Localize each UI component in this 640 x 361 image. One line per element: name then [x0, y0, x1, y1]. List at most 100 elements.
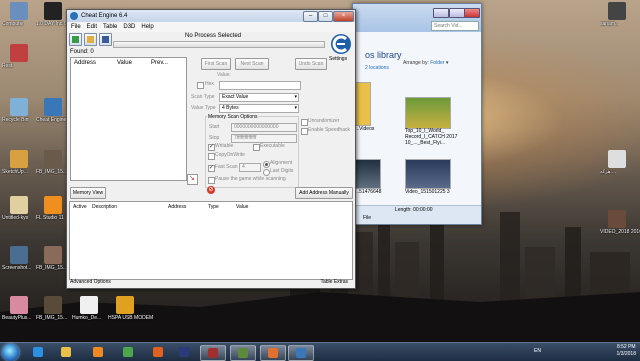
col-address[interactable]: Address	[74, 60, 96, 66]
col-previous[interactable]: Prev...	[151, 60, 168, 66]
start-address-input[interactable]: 0000000000000000	[231, 123, 297, 132]
desktop-icon[interactable]: FL Studio 11	[36, 196, 70, 221]
add-address-button[interactable]: Add Address Manually	[295, 187, 353, 199]
executable-checkbox[interactable]	[253, 144, 260, 151]
next-scan-button[interactable]: Next Scan	[235, 58, 269, 70]
col-table-address[interactable]: Address	[168, 204, 186, 210]
open-file-button[interactable]	[84, 33, 97, 46]
taskbar-app-game[interactable]	[200, 345, 226, 361]
pointer-arrow-icon[interactable]: ↘	[187, 174, 198, 185]
taskbar-app-chrome[interactable]	[116, 345, 140, 359]
cheat-engine-icon	[70, 12, 78, 20]
alignment-radio[interactable]	[263, 161, 270, 168]
arrange-value[interactable]: Folder	[430, 60, 444, 66]
explorer-minimize-button[interactable]	[433, 8, 449, 18]
fast-scan-checkbox[interactable]	[208, 164, 215, 172]
desktop-icon[interactable]: هرکه ...	[600, 150, 634, 175]
library-locations-link[interactable]: 2 locations	[365, 65, 389, 71]
desktop-icon[interactable]: HSPA USB MODEM	[108, 296, 153, 321]
language-indicator[interactable]: EN	[534, 348, 541, 354]
taskbar-app-ps[interactable]	[172, 345, 196, 359]
desktop-icon[interactable]: SketchUp...	[2, 150, 36, 175]
stop-address-input[interactable]: 7fffffffffffffff	[231, 134, 297, 143]
ce-minimize-button[interactable]: –	[303, 11, 318, 22]
open-process-button[interactable]	[69, 33, 82, 46]
cheat-engine-logo-icon[interactable]	[329, 33, 353, 55]
desktop-icon[interactable]: FB_IMG_15...	[36, 296, 70, 321]
last-digits-label: Last Digits	[270, 168, 294, 174]
taskbar-app-folder[interactable]	[54, 345, 78, 359]
taskbar-app-cheat[interactable]	[288, 345, 314, 361]
fast-scan-input[interactable]: 4	[239, 163, 261, 172]
ce-maximize-button[interactable]: □	[318, 11, 333, 22]
arrange-by[interactable]: Arrange by: Folder ▾	[403, 60, 448, 66]
taskbar-app-orange[interactable]	[260, 345, 286, 361]
col-type[interactable]: Type	[208, 204, 219, 210]
table-extras-link[interactable]: Table Extras	[320, 279, 348, 285]
pause-game-checkbox[interactable]	[208, 177, 215, 184]
col-value[interactable]: Value	[117, 60, 132, 66]
desktop-icon-image	[116, 296, 134, 314]
value-input[interactable]	[219, 81, 301, 90]
desktop-icon[interactable]: Recycle Bin	[2, 98, 36, 123]
first-scan-button[interactable]: First Scan	[201, 58, 231, 70]
explorer-search-input[interactable]: Search Vid...	[431, 21, 479, 31]
found-address-list[interactable]: Address Value Prev...	[70, 57, 187, 181]
last-digits-radio[interactable]	[263, 169, 270, 176]
start-button[interactable]	[2, 344, 19, 361]
desktop-icon[interactable]: FB_IMG_15...	[36, 150, 70, 175]
col-description[interactable]: Description	[92, 204, 117, 210]
video-thumbnail[interactable]	[405, 159, 451, 189]
advanced-options-link[interactable]: Advanced Options	[70, 279, 111, 285]
taskbar-app-green[interactable]	[230, 345, 256, 361]
menu-edit[interactable]: Edit	[87, 22, 97, 32]
desktop-icon[interactable]: FB_IMG_15...	[36, 246, 70, 271]
explorer-window[interactable]: Search Vid... os library 2 locations Arr…	[352, 3, 482, 225]
cheat-table[interactable]: Active Description Address Type Value	[69, 201, 353, 280]
desktop-icon[interactable]: 1.0 DAY Inc.Cli...	[36, 2, 74, 27]
menu-table[interactable]: Table	[103, 22, 117, 32]
clock[interactable]: 8:52 PM 1/3/2018	[617, 344, 636, 358]
col-active[interactable]: Active	[73, 204, 87, 210]
clear-list-icon[interactable]: ⊘	[207, 186, 215, 194]
hex-checkbox[interactable]	[197, 82, 204, 89]
desktop-icon[interactable]: Humko_De...	[72, 296, 106, 321]
desktop-icon[interactable]: Computer	[2, 2, 36, 27]
menu-help[interactable]: Help	[141, 22, 153, 32]
explorer-maximize-button[interactable]	[449, 8, 465, 18]
save-button[interactable]	[99, 33, 112, 46]
ce-close-button[interactable]: ×	[333, 11, 354, 22]
desktop-icon[interactable]: Untitled-kys	[2, 196, 36, 221]
scan-type-select[interactable]: Exact Value ▾	[219, 93, 299, 102]
desktop-icon[interactable]: Cheat Engine	[36, 98, 70, 123]
cheat-engine-window[interactable]: Cheat Engine 6.4 – □ × File Edit Table D…	[66, 9, 356, 289]
folder-thumbnail[interactable]	[355, 82, 371, 126]
video-thumbnail[interactable]	[355, 159, 381, 189]
desktop-icon-label: هرکه ...	[600, 169, 617, 175]
unrandomizer-label: Unrandomizer	[308, 118, 340, 124]
taskbar-app-media[interactable]	[86, 345, 110, 359]
settings-link[interactable]: Settings	[329, 56, 347, 62]
taskbar-app-firefox[interactable]	[146, 345, 170, 359]
menu-d3d[interactable]: D3D	[123, 22, 135, 32]
col-table-value[interactable]: Value	[236, 204, 248, 210]
menu-file[interactable]: File	[71, 22, 81, 32]
desktop-icon[interactable]: Screenshot...	[2, 246, 36, 271]
memory-view-button[interactable]: Memory View	[70, 187, 106, 199]
value-type-select[interactable]: 4 Bytes ▾	[219, 104, 299, 113]
copyonwrite-checkbox[interactable]	[208, 153, 215, 160]
speedhack-checkbox[interactable]	[301, 128, 308, 135]
video-thumbnail[interactable]	[405, 97, 451, 129]
ce-title-bar[interactable]: Cheat Engine 6.4 – □ ×	[67, 10, 355, 22]
writable-checkbox[interactable]	[208, 143, 215, 151]
desktop-icon[interactable]: sanam...	[600, 2, 634, 27]
desktop-icon[interactable]: Rest.	[2, 44, 36, 69]
undo-scan-button[interactable]: Undo Scan	[295, 58, 327, 70]
unrandomizer-checkbox[interactable]	[301, 119, 308, 126]
explorer-close-button[interactable]	[464, 8, 480, 18]
desktop-icon[interactable]: VIDEO_2018 2016-12-...	[600, 210, 640, 235]
desktop-icon-label: FL Studio 11	[36, 215, 64, 221]
taskbar-app-ie[interactable]	[26, 345, 50, 359]
fast-scan-label: Fast Scan	[215, 164, 238, 170]
desktop-icon[interactable]: BeautyPlus...	[2, 296, 36, 321]
